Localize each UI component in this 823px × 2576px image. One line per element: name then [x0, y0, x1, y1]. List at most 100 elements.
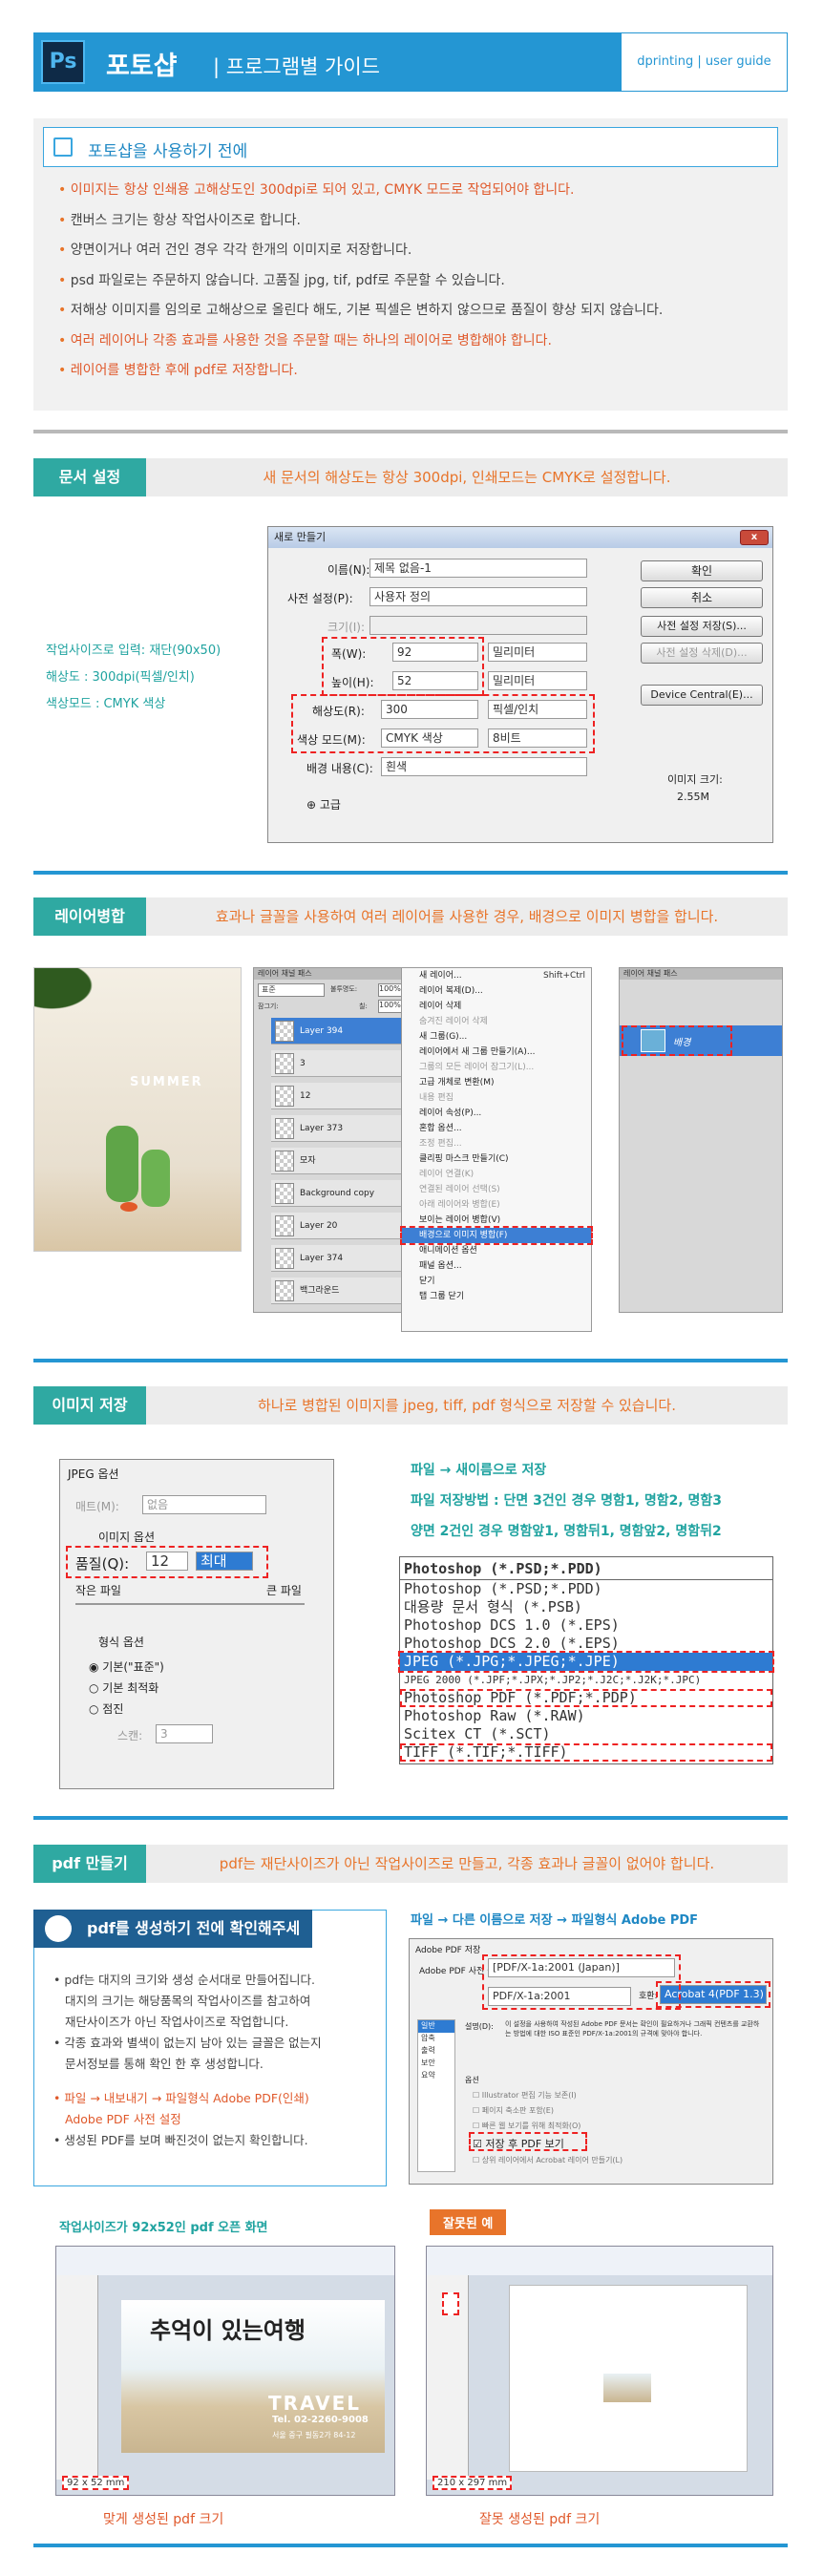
menu-item[interactable]: 레이어 속성(P)... — [402, 1106, 591, 1121]
layer-thumbnail — [275, 1053, 294, 1074]
intro-item: • psd 파일로는 주문하지 않습니다. 고품질 jpg, tif, pdf로… — [58, 270, 663, 301]
format-option[interactable]: Photoshop PDF (*.PDF;*.PDP) — [400, 1689, 772, 1707]
preset-select[interactable]: 사용자 정의 — [369, 587, 587, 606]
matte-select[interactable]: 없음 — [142, 1495, 266, 1514]
page-header: Ps 포토샵 | 프로그램별 가이드 dprinting | user guid… — [33, 32, 788, 92]
pdf-sidebar-item[interactable]: 보안 — [418, 2058, 454, 2070]
format-option[interactable]: TIFF (*.TIF;*.TIFF) — [400, 1743, 772, 1762]
format-option[interactable]: 대용량 문서 형식 (*.PSB) — [400, 1598, 772, 1616]
menu-item[interactable]: 닫기 — [402, 1274, 591, 1289]
small-card-preview — [603, 2374, 651, 2402]
pdf-check-item: 문서정보를 통해 확인 한 후 생성합니다. — [53, 2054, 322, 2075]
width-unit-select[interactable]: 밀리미터 — [488, 643, 587, 662]
name-field[interactable]: 제목 없음-1 — [369, 559, 587, 578]
page-thumbnail[interactable] — [442, 2292, 459, 2315]
menu-item[interactable]: 레이어 연결(K) — [402, 1167, 591, 1182]
opt-checkbox[interactable]: ☐ Illustrator 편집 기능 보존(I) — [473, 2090, 577, 2101]
format-dropdown[interactable]: Photoshop (*.PSD;*.PDD) Photoshop (*.PSD;… — [398, 1556, 774, 1764]
pdf-check-text: 파일 → 내보내기 → 파일형식 Adobe PDF(인쇄) — [64, 2091, 309, 2105]
options-label: 옵션 — [465, 2076, 479, 2084]
radio-label: 기본 최적화 — [102, 1681, 159, 1695]
menu-item[interactable]: 배경으로 이미지 병합(F) — [400, 1226, 593, 1245]
card-travel: TRAVEL — [268, 2392, 362, 2415]
document-icon — [53, 137, 73, 157]
format-option[interactable]: Photoshop (*.PSD;*.PDD) — [400, 1557, 772, 1580]
menu-item[interactable]: 조정 편집... — [402, 1136, 591, 1151]
radio-optimized[interactable]: ○ 기본 최적화 — [89, 1679, 158, 1696]
menu-item[interactable]: 패널 옵션... — [402, 1258, 591, 1274]
caption-ok: 맞게 생성된 pdf 크기 — [103, 2512, 224, 2527]
format-option[interactable]: JPEG 2000 (*.JPF;*.JPX;*.JP2;*.J2C;*.J2K… — [400, 1671, 772, 1689]
menu-item[interactable]: 탭 그룹 닫기 — [402, 1289, 591, 1304]
delete-preset-button[interactable]: 사전 설정 삭제(D)... — [641, 643, 763, 664]
menu-item[interactable]: 고급 개체로 변환(M) — [402, 1075, 591, 1090]
layer-row[interactable]: Layer 20 — [271, 1213, 414, 1239]
card-preview: 추억이 있는여행 TRAVEL Tel. 02-2260-9008 서울 중구 … — [121, 2300, 385, 2453]
pdf-dialog-title: Adobe PDF 저장 — [415, 1946, 481, 1955]
layer-row[interactable]: Layer 373 — [271, 1115, 414, 1142]
layer-row[interactable]: 12 — [271, 1083, 414, 1109]
format-option[interactable]: Photoshop DCS 1.0 (*.EPS) — [400, 1616, 772, 1635]
blend-mode-select[interactable]: 표준 — [258, 983, 325, 997]
height-unit-select[interactable]: 밀리미터 — [488, 671, 587, 690]
scan-select[interactable]: 3 — [156, 1724, 213, 1743]
pdf-checklist-box: pdf를 생성하기 전에 확인해주세요 • pdf는 대지의 크기와 생성 순서… — [33, 1910, 387, 2186]
layer-name: 12 — [300, 1091, 311, 1101]
menu-item[interactable]: 숨겨진 레이어 삭제 — [402, 1014, 591, 1029]
advanced-toggle[interactable]: ⊕ 고급 — [306, 796, 341, 813]
opt-checkbox[interactable]: ☐ 빠른 웹 보기를 위해 최적화(O) — [473, 2121, 580, 2131]
section-tag-doc: 문서 설정 — [33, 458, 146, 496]
layer-name: Layer 374 — [300, 1254, 344, 1263]
format-option[interactable]: Photoshop (*.PSD;*.PDD) — [400, 1580, 772, 1598]
device-central-button[interactable]: Device Central(E)... — [641, 685, 763, 706]
format-option[interactable]: Photoshop DCS 2.0 (*.EPS) — [400, 1635, 772, 1653]
format-option[interactable]: Photoshop Raw (*.RAW) — [400, 1707, 772, 1725]
format-option[interactable]: JPEG (*.JPG;*.JPEG;*.JPE) — [398, 1651, 774, 1673]
radio-progressive[interactable]: ○ 점진 — [89, 1700, 123, 1717]
menu-item[interactable]: 그룹의 모든 레이어 잠그기(L)... — [402, 1060, 591, 1075]
panel-tabs: 레이어 채널 패스 — [620, 968, 782, 980]
pdf-sidebar-item[interactable]: 출력 — [418, 2045, 454, 2058]
pdf-sidebar-item[interactable]: 요약 — [418, 2070, 454, 2082]
menu-item[interactable]: 레이어 삭제 — [402, 999, 591, 1014]
menu-item[interactable]: 레이어에서 새 그룹 만들기(A)... — [402, 1045, 591, 1060]
background-select[interactable]: 흰색 — [381, 757, 587, 776]
opt-checkbox[interactable]: ☐ 페이지 축소판 포함(E) — [473, 2105, 554, 2116]
menu-item[interactable]: 새 그룹(G)... — [402, 1029, 591, 1045]
bullet-icon: • — [58, 363, 71, 378]
layer-row[interactable]: 3 — [271, 1050, 414, 1077]
layer-row[interactable]: 모자 — [271, 1148, 414, 1174]
menu-item[interactable]: 클리핑 마스크 만들기(C) — [402, 1151, 591, 1167]
opt-checkbox[interactable]: ☐ 상위 레이어에서 Acrobat 레이어 만들기(L) — [473, 2155, 623, 2165]
menu-item[interactable]: 내용 편집 — [402, 1090, 591, 1106]
cancel-button[interactable]: 취소 — [641, 587, 763, 608]
menu-item[interactable]: 보이는 레이어 병합(V) — [402, 1213, 591, 1228]
highlight-size — [322, 637, 484, 696]
layer-row[interactable]: 백그라운드 — [271, 1277, 414, 1304]
layer-row[interactable]: Layer 374 — [271, 1245, 414, 1272]
layer-row[interactable]: Background copy — [271, 1180, 414, 1207]
pdf-sidebar-item[interactable]: 압축 — [418, 2033, 454, 2045]
menu-item[interactable]: 레이어 복제(D)... — [402, 983, 591, 999]
highlight-compat — [656, 1981, 770, 2008]
checkbox-label: 상위 레이어에서 Acrobat 레이어 만들기(L) — [481, 2156, 623, 2164]
section-divider — [33, 430, 788, 433]
ok-button[interactable]: 확인 — [641, 560, 763, 581]
menu-item[interactable]: 연결된 레이어 선택(S) — [402, 1182, 591, 1197]
pdf-check-item: • 파일 → 내보내기 → 파일형식 Adobe PDF(인쇄) — [53, 2088, 322, 2109]
radio-baseline[interactable]: ◉ 기본("표준") — [89, 1658, 164, 1675]
layer-row[interactable]: Layer 394 — [271, 1018, 414, 1045]
pdf-sidebar-item[interactable]: 일반 — [418, 2020, 454, 2033]
close-button[interactable]: x — [740, 530, 769, 545]
menu-item[interactable]: 아래 레이어와 병합(E) — [402, 1197, 591, 1213]
fill-label: 칠: — [359, 1003, 368, 1010]
menu-item[interactable]: 혼합 옵션... — [402, 1121, 591, 1136]
size-select[interactable] — [369, 616, 587, 635]
quality-slider[interactable] — [75, 1603, 305, 1605]
save-preset-button[interactable]: 사전 설정 저장(S)... — [641, 616, 763, 637]
menu-item[interactable]: 애니메이션 옵션 — [402, 1243, 591, 1258]
format-option[interactable]: Scitex CT (*.SCT) — [400, 1725, 772, 1743]
advanced-label: 고급 — [319, 798, 341, 812]
intro-heading: 포토샵을 사용하기 전에 — [88, 142, 248, 161]
cactus-left — [106, 1126, 138, 1202]
